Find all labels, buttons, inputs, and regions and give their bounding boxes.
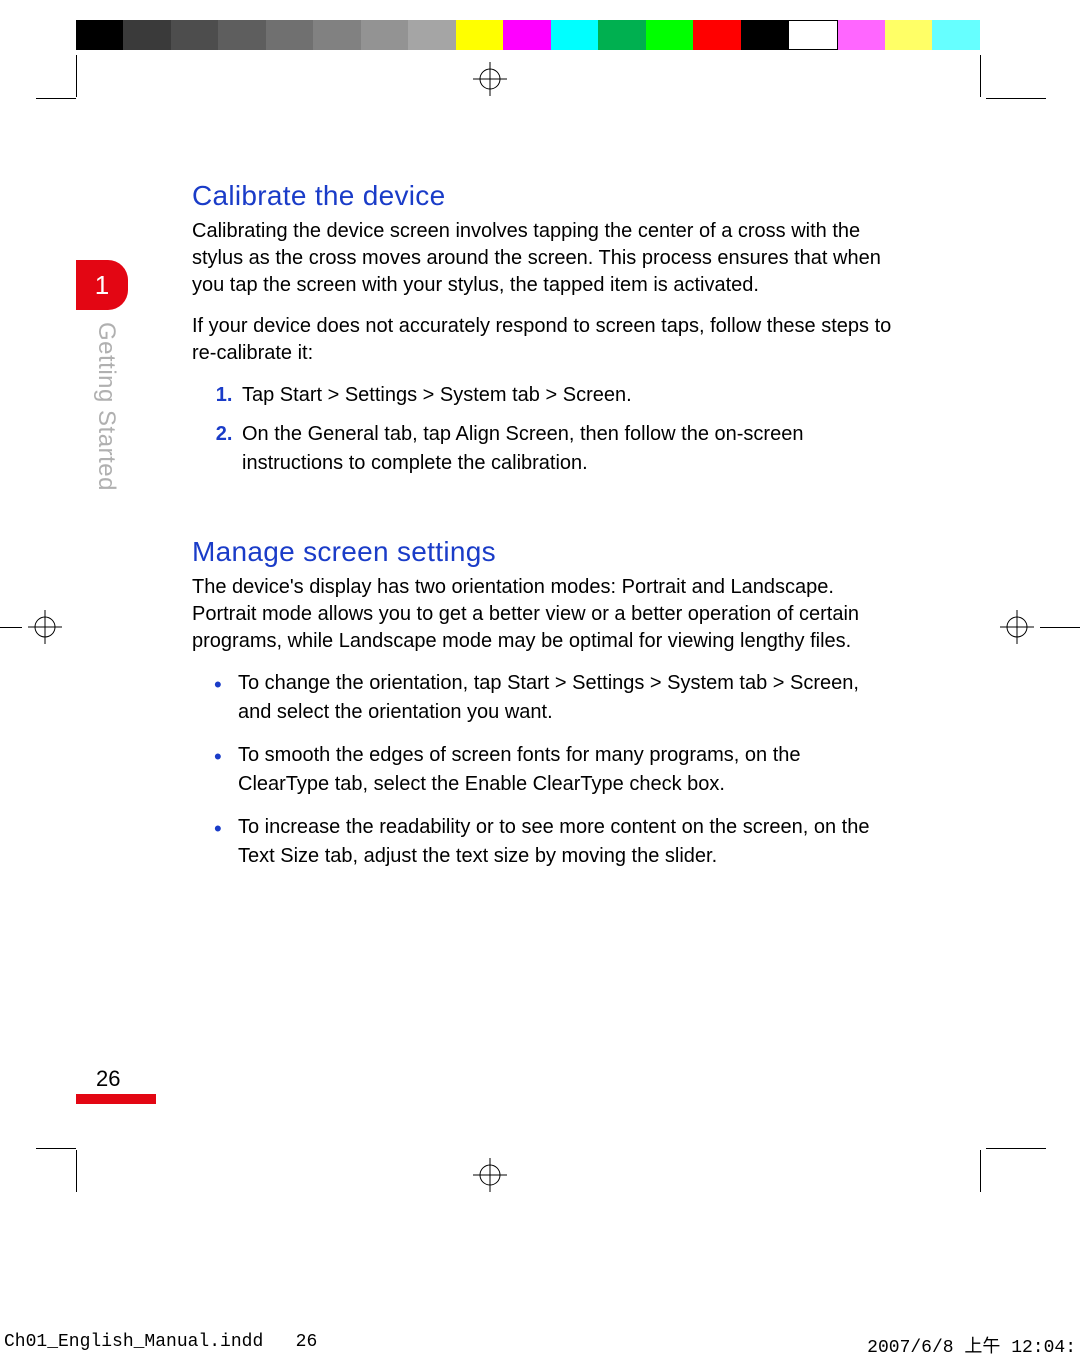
footer-datetime: 2007/6/8 上午 12:04:	[867, 1332, 1076, 1358]
crop-mark	[980, 55, 981, 97]
color-calibration-bar	[76, 20, 980, 50]
crop-mark	[986, 98, 1046, 99]
registration-target-bottom-icon	[473, 1158, 507, 1192]
paragraph: Calibrating the device screen involves t…	[192, 218, 892, 299]
ordered-list: Tap Start > Settings > System tab > Scre…	[192, 381, 892, 478]
crop-mark	[76, 1150, 77, 1192]
crop-mark	[980, 1150, 981, 1192]
page-number-bar	[76, 1094, 156, 1104]
chapter-tab: 1	[76, 260, 128, 310]
paragraph: The device's display has two orientation…	[192, 574, 892, 655]
list-item: Tap Start > Settings > System tab > Scre…	[238, 381, 892, 410]
list-item: To change the orientation, tap Start > S…	[238, 669, 892, 727]
list-item: To increase the readability or to see mo…	[238, 813, 892, 871]
crop-mark	[1040, 627, 1080, 628]
list-item: To smooth the edges of screen fonts for …	[238, 741, 892, 799]
section-label-vertical: Getting Started	[92, 322, 120, 491]
crop-mark	[0, 627, 22, 628]
footer-page: 26	[296, 1332, 318, 1352]
footer-imprint: Ch01_English_Manual.indd 26 2007/6/8 上午 …	[0, 1332, 1080, 1358]
heading-manage-screen: Manage screen settings	[192, 536, 892, 568]
crop-mark	[76, 55, 77, 97]
registration-target-left-icon	[28, 610, 62, 644]
page-number: 26	[96, 1066, 120, 1092]
bullet-list: To change the orientation, tap Start > S…	[192, 669, 892, 871]
registration-target-right-icon	[1000, 610, 1034, 644]
crop-mark	[36, 98, 76, 99]
heading-calibrate: Calibrate the device	[192, 180, 892, 212]
crop-mark	[986, 1148, 1046, 1149]
footer-file: Ch01_English_Manual.indd	[4, 1332, 263, 1352]
list-item: On the General tab, tap Align Screen, th…	[238, 420, 892, 478]
page-content: Calibrate the device Calibrating the dev…	[192, 180, 892, 885]
paragraph: If your device does not accurately respo…	[192, 313, 892, 367]
chapter-number: 1	[95, 270, 109, 301]
crop-mark	[36, 1148, 76, 1149]
registration-target-top-icon	[473, 62, 507, 96]
